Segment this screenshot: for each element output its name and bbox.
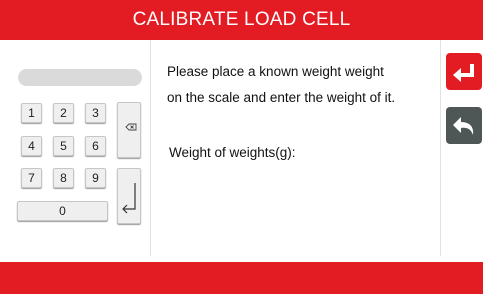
key-3[interactable]: 3: [85, 103, 106, 123]
page-title: CALIBRATE LOAD CELL: [0, 0, 483, 40]
key-9[interactable]: 9: [85, 168, 106, 188]
instruction-line-1: Please place a known weight weight: [167, 64, 384, 79]
key-6[interactable]: 6: [85, 136, 106, 156]
key-8[interactable]: 8: [53, 168, 74, 188]
key-0[interactable]: 0: [17, 201, 108, 221]
key-1[interactable]: 1: [21, 103, 42, 123]
enter-arrow-icon: [122, 183, 136, 214]
back-button[interactable]: [446, 107, 482, 144]
enter-key[interactable]: [117, 168, 141, 224]
footer-bar: [0, 262, 483, 294]
weight-label: Weight of weights(g):: [169, 145, 296, 160]
confirm-button[interactable]: [446, 53, 482, 90]
number-display-field[interactable]: [18, 69, 142, 86]
backspace-key[interactable]: [117, 102, 141, 158]
divider-left: [150, 40, 151, 256]
key-5[interactable]: 5: [53, 136, 74, 156]
key-4[interactable]: 4: [21, 136, 42, 156]
instruction-text: Please place a known weight weight on th…: [167, 59, 442, 111]
backspace-icon: [125, 123, 137, 131]
key-7[interactable]: 7: [21, 168, 42, 188]
back-arrow-icon: [453, 116, 474, 135]
return-arrow-icon: [453, 63, 474, 82]
key-2[interactable]: 2: [53, 103, 74, 123]
instruction-line-2: on the scale and enter the weight of it.: [167, 90, 396, 105]
